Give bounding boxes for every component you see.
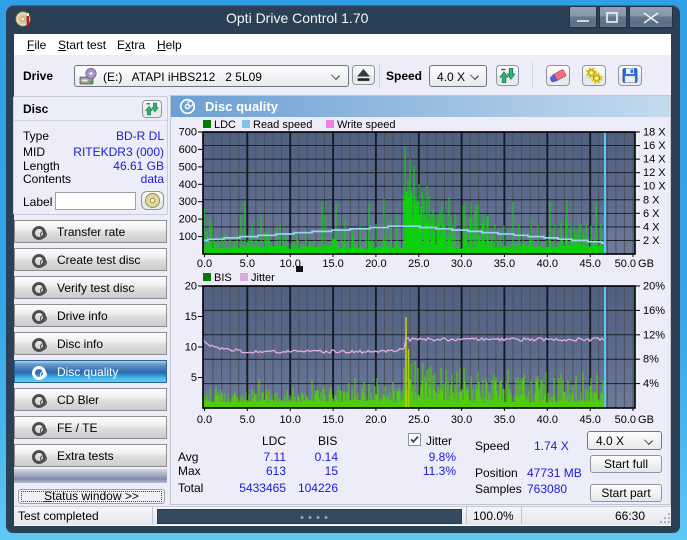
svg-text:10 X: 10 X xyxy=(643,181,666,193)
svg-text:45.0: 45.0 xyxy=(579,258,600,270)
svg-text:Read speed: Read speed xyxy=(253,119,312,131)
svg-text:35.0: 35.0 xyxy=(494,414,515,426)
svg-text:16%: 16% xyxy=(643,305,665,317)
svg-text:4%: 4% xyxy=(643,378,659,390)
svg-text:20.0: 20.0 xyxy=(365,258,386,270)
svg-text:40.0: 40.0 xyxy=(537,258,558,270)
svg-text:6 X: 6 X xyxy=(643,208,660,220)
svg-text:30.0: 30.0 xyxy=(451,258,472,270)
svg-text:40.0: 40.0 xyxy=(537,414,558,426)
svg-text:25.0: 25.0 xyxy=(408,258,429,270)
svg-text:45.0: 45.0 xyxy=(579,414,600,426)
svg-text:8 X: 8 X xyxy=(643,194,660,206)
svg-text:500: 500 xyxy=(179,161,197,173)
svg-text:2 X: 2 X xyxy=(643,235,660,247)
svg-text:BIS: BIS xyxy=(214,272,232,284)
svg-text:5.0: 5.0 xyxy=(240,414,255,426)
svg-text:LDC: LDC xyxy=(214,119,236,131)
svg-text:600: 600 xyxy=(179,144,197,156)
svg-text:20: 20 xyxy=(185,281,197,293)
svg-text:20%: 20% xyxy=(643,281,665,293)
svg-text:15: 15 xyxy=(185,311,197,323)
svg-text:10.0: 10.0 xyxy=(279,414,300,426)
svg-text:14 X: 14 X xyxy=(643,154,666,166)
svg-text:300: 300 xyxy=(179,196,197,208)
svg-text:35.0: 35.0 xyxy=(494,258,515,270)
svg-text:50.0: 50.0 xyxy=(615,414,636,426)
svg-text:0.0: 0.0 xyxy=(197,414,212,426)
svg-text:Jitter: Jitter xyxy=(251,272,275,284)
svg-text:5.0: 5.0 xyxy=(240,258,255,270)
svg-text:0.0: 0.0 xyxy=(197,258,212,270)
svg-text:400: 400 xyxy=(179,179,197,191)
svg-text:8%: 8% xyxy=(643,354,659,366)
svg-text:30.0: 30.0 xyxy=(451,414,472,426)
svg-text:100: 100 xyxy=(179,231,197,243)
svg-text:25.0: 25.0 xyxy=(408,414,429,426)
svg-text:4 X: 4 X xyxy=(643,221,660,233)
svg-text:50.0: 50.0 xyxy=(615,258,636,270)
svg-text:16 X: 16 X xyxy=(643,140,666,152)
svg-text:200: 200 xyxy=(179,214,197,226)
svg-text:10: 10 xyxy=(185,342,197,354)
svg-text:18 X: 18 X xyxy=(643,127,666,139)
svg-text:15.0: 15.0 xyxy=(322,414,343,426)
svg-text:700: 700 xyxy=(179,127,197,139)
svg-text:20.0: 20.0 xyxy=(365,414,386,426)
svg-text:5: 5 xyxy=(191,372,197,384)
svg-text:15.0: 15.0 xyxy=(322,258,343,270)
svg-text:GB: GB xyxy=(638,414,654,426)
svg-text:12%: 12% xyxy=(643,329,665,341)
svg-text:GB: GB xyxy=(638,258,654,270)
svg-text:Write speed: Write speed xyxy=(337,119,396,131)
svg-text:12 X: 12 X xyxy=(643,167,666,179)
